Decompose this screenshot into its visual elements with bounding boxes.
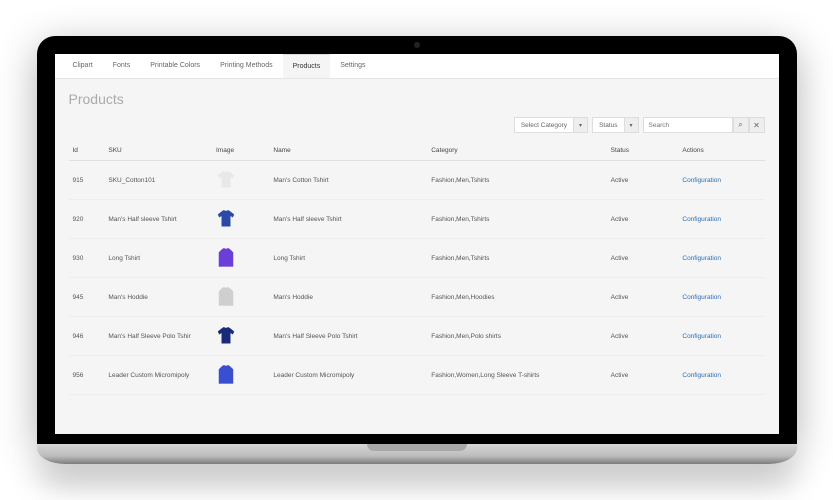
- laptop-base: [37, 444, 797, 464]
- cell-category: Fashion,Men,Hoodies: [427, 278, 606, 317]
- content-area: Products Select Category ▾ Status ▾ ⌕: [55, 79, 779, 407]
- cell-image: [212, 356, 269, 395]
- cell-sku: Man's Hoddie: [104, 278, 212, 317]
- table-row: 930Long TshirtLong TshirtFashion,Men,Tsh…: [69, 239, 765, 278]
- cell-status: Active: [607, 239, 679, 278]
- screen: ClipartFontsPrintable ColorsPrinting Met…: [55, 54, 779, 434]
- screen-bezel: ClipartFontsPrintable ColorsPrinting Met…: [37, 36, 797, 444]
- header-category: Category: [427, 141, 606, 161]
- filter-bar: Select Category ▾ Status ▾ ⌕ ✕: [69, 117, 765, 133]
- table-row: 920Man's Half sleeve TshirtMan's Half sl…: [69, 200, 765, 239]
- cell-image: [212, 239, 269, 278]
- cell-category: Fashion,Men,Tshirts: [427, 200, 606, 239]
- product-thumb: [216, 169, 236, 191]
- header-status: Status: [607, 141, 679, 161]
- cell-image: [212, 278, 269, 317]
- configuration-link[interactable]: Configuration: [682, 372, 721, 379]
- cell-id: 930: [69, 239, 105, 278]
- category-select[interactable]: Select Category ▾: [514, 117, 588, 133]
- header-name: Name: [269, 141, 427, 161]
- cell-name: Man's Half sleeve Tshirt: [269, 200, 427, 239]
- tab-clipart[interactable]: Clipart: [63, 54, 103, 78]
- cell-sku: Leader Custom Micromipoly: [104, 356, 212, 395]
- cell-name: Long Tshirt: [269, 239, 427, 278]
- header-actions: Actions: [678, 141, 764, 161]
- cell-category: Fashion,Women,Long Sleeve T-shirts: [427, 356, 606, 395]
- cell-id: 945: [69, 278, 105, 317]
- cell-actions: Configuration: [678, 317, 764, 356]
- product-thumb: [216, 286, 236, 308]
- tab-fonts[interactable]: Fonts: [103, 54, 141, 78]
- status-select-label: Status: [593, 122, 623, 129]
- cell-actions: Configuration: [678, 161, 764, 200]
- header-image: Image: [212, 141, 269, 161]
- product-thumb: [216, 247, 236, 269]
- cell-id: 920: [69, 200, 105, 239]
- cell-sku: Man's Half Sleeve Polo Tshir: [104, 317, 212, 356]
- cell-actions: Configuration: [678, 278, 764, 317]
- product-thumb: [216, 208, 236, 230]
- search-group: ⌕ ✕: [643, 117, 765, 133]
- chevron-down-icon: ▾: [573, 118, 587, 132]
- configuration-link[interactable]: Configuration: [682, 177, 721, 184]
- products-table: Id SKU Image Name Category Status Action…: [69, 141, 765, 395]
- configuration-link[interactable]: Configuration: [682, 294, 721, 301]
- cell-status: Active: [607, 161, 679, 200]
- cell-id: 956: [69, 356, 105, 395]
- cell-id: 915: [69, 161, 105, 200]
- nav-tabs: ClipartFontsPrintable ColorsPrinting Met…: [55, 54, 779, 79]
- cell-status: Active: [607, 356, 679, 395]
- tab-printing-methods[interactable]: Printing Methods: [210, 54, 283, 78]
- configuration-link[interactable]: Configuration: [682, 255, 721, 262]
- table-row: 946Man's Half Sleeve Polo Tshir Man's Hal…: [69, 317, 765, 356]
- tab-settings[interactable]: Settings: [330, 54, 375, 78]
- cell-status: Active: [607, 278, 679, 317]
- close-icon: ✕: [753, 121, 760, 130]
- cell-actions: Configuration: [678, 239, 764, 278]
- table-header-row: Id SKU Image Name Category Status Action…: [69, 141, 765, 161]
- cell-image: [212, 161, 269, 200]
- cell-category: Fashion,Men,Polo shirts: [427, 317, 606, 356]
- category-select-label: Select Category: [515, 122, 573, 129]
- header-sku: SKU: [104, 141, 212, 161]
- clear-button[interactable]: ✕: [749, 117, 765, 133]
- cell-name: Leader Custom Micromipoly: [269, 356, 427, 395]
- search-button[interactable]: ⌕: [733, 117, 749, 133]
- camera-dot: [414, 42, 420, 48]
- cell-name: Man's Hoddie: [269, 278, 427, 317]
- cell-name: Man's Cotton Tshirt: [269, 161, 427, 200]
- chevron-down-icon: ▾: [624, 118, 638, 132]
- status-select[interactable]: Status ▾: [592, 117, 638, 133]
- cell-status: Active: [607, 317, 679, 356]
- cell-id: 946: [69, 317, 105, 356]
- cell-status: Active: [607, 200, 679, 239]
- cell-name: Man's Half Sleeve Polo Tshirt: [269, 317, 427, 356]
- table-row: 945Man's HoddieMan's HoddieFashion,Men,H…: [69, 278, 765, 317]
- product-thumb: [216, 325, 236, 347]
- search-icon: ⌕: [738, 120, 742, 130]
- configuration-link[interactable]: Configuration: [682, 333, 721, 340]
- header-id: Id: [69, 141, 105, 161]
- cell-sku: SKU_Cotton101: [104, 161, 212, 200]
- page-title: Products: [69, 91, 765, 107]
- cell-sku: Man's Half sleeve Tshirt: [104, 200, 212, 239]
- laptop-notch: [367, 444, 467, 451]
- tab-printable-colors[interactable]: Printable Colors: [140, 54, 210, 78]
- cell-image: [212, 317, 269, 356]
- cell-image: [212, 200, 269, 239]
- cell-category: Fashion,Men,Tshirts: [427, 161, 606, 200]
- table-row: 956Leader Custom MicromipolyLeader Custo…: [69, 356, 765, 395]
- cell-actions: Configuration: [678, 356, 764, 395]
- tab-products[interactable]: Products: [283, 54, 331, 78]
- search-input[interactable]: [643, 117, 733, 133]
- table-row: 915SKU_Cotton101 Man's Cotton TshirtFashi…: [69, 161, 765, 200]
- cell-actions: Configuration: [678, 200, 764, 239]
- cell-sku: Long Tshirt: [104, 239, 212, 278]
- product-thumb: [216, 364, 236, 386]
- laptop-frame: ClipartFontsPrintable ColorsPrinting Met…: [37, 36, 797, 464]
- configuration-link[interactable]: Configuration: [682, 216, 721, 223]
- cell-category: Fashion,Men,Tshirts: [427, 239, 606, 278]
